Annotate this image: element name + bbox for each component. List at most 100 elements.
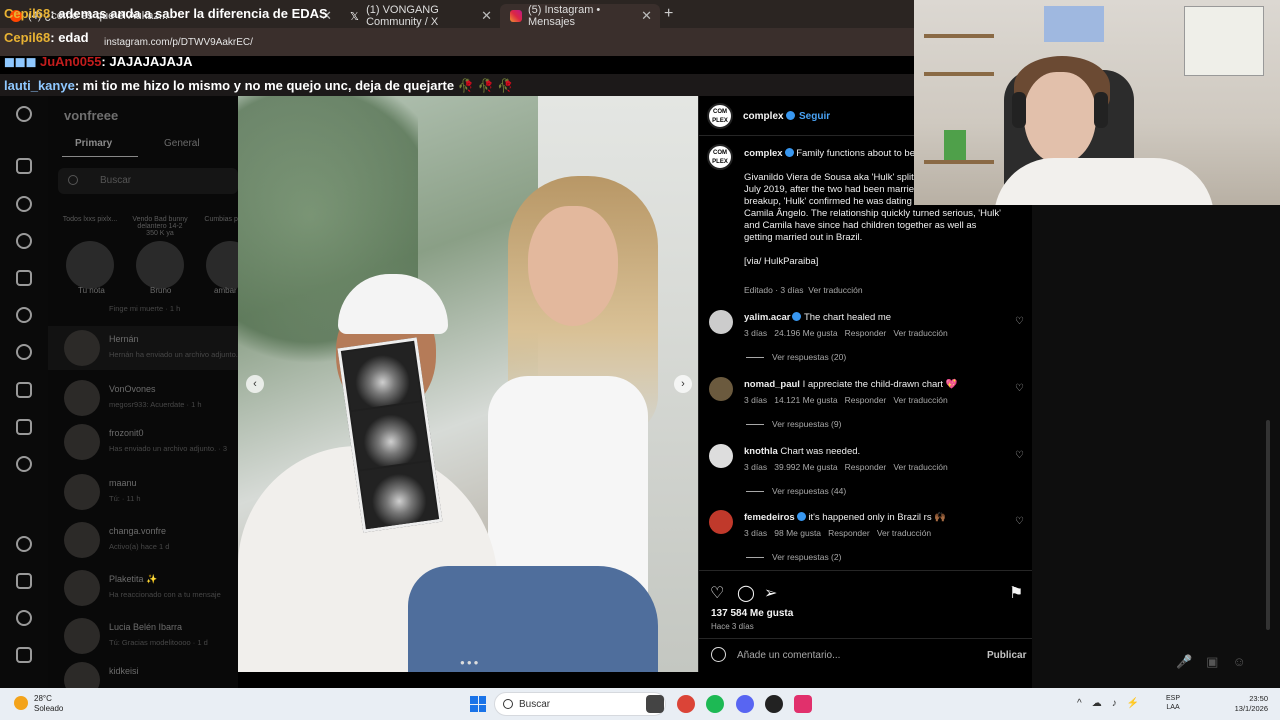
list-item[interactable]: Lucia Belén Ibarra Tú: Gracias modelitoo… (48, 614, 238, 658)
tab-underline (62, 156, 138, 157)
scrollbar[interactable] (1266, 420, 1270, 630)
search-icon[interactable] (16, 196, 32, 212)
post-date: Hace 3 días (711, 622, 754, 631)
messenger-icon[interactable] (16, 307, 32, 323)
view-replies-button[interactable]: Ver respuestas (9) (772, 419, 841, 429)
instagram-sidebar (0, 96, 48, 688)
save-icon[interactable]: ⚑ (1009, 583, 1023, 603)
comment-meta: 3 días 39.992 Me gusta Responder Ver tra… (744, 462, 948, 472)
inbox-username[interactable]: vonfreee (64, 108, 118, 123)
list-item[interactable]: frozonit0 Has enviado un archivo adjunto… (48, 420, 238, 464)
tab-primary[interactable]: Primary (75, 138, 112, 149)
comment-meta: 3 días 14.121 Me gusta Responder Ver tra… (744, 395, 948, 405)
comment-icon[interactable]: ◯ (737, 583, 755, 603)
avatar[interactable] (66, 241, 114, 289)
create-icon[interactable] (16, 382, 32, 398)
comment-composer: Añade un comentario... Publicar (699, 638, 1033, 672)
close-icon[interactable]: ✕ (641, 8, 652, 24)
chrome-icon[interactable] (677, 695, 695, 713)
publish-button[interactable]: Publicar (987, 650, 1026, 661)
tiktok-icon[interactable] (794, 695, 812, 713)
tab-general[interactable]: General (164, 138, 200, 149)
list-item[interactable]: maanu Tú: · 11 h (48, 470, 238, 514)
list-item[interactable]: changa.vonfre Activo(a) hace 1 d (48, 518, 238, 562)
spotify-icon[interactable] (706, 695, 724, 713)
likes-count[interactable]: 137 584 Me gusta (711, 608, 793, 619)
share-icon[interactable]: ➢ (764, 583, 777, 603)
comment-text: yalim.acar The chart healed me (744, 312, 892, 323)
badge-icons: ◼◼◼ (4, 54, 40, 69)
view-replies-button[interactable]: Ver respuestas (20) (772, 352, 846, 362)
search-icon (68, 175, 78, 185)
like-comment-icon[interactable]: ♡ (1015, 516, 1024, 527)
like-comment-icon[interactable]: ♡ (1015, 316, 1024, 327)
start-button[interactable] (470, 696, 486, 712)
explore-icon[interactable] (16, 233, 32, 249)
like-comment-icon[interactable]: ♡ (1015, 450, 1024, 461)
complex-avatar[interactable]: COM PLEX (707, 103, 733, 129)
inbox-search-input[interactable]: Buscar (58, 168, 238, 194)
list-item[interactable]: VonOvones megosr933: Acuerdate · 1 h (48, 376, 238, 420)
like-comment-icon[interactable]: ♡ (1015, 383, 1024, 394)
avatar (64, 474, 100, 510)
clock[interactable]: 23:50 13/1/2026 (1228, 694, 1268, 714)
language-indicator[interactable]: ESP LAA (1166, 694, 1180, 712)
comment-meta: 3 días 98 Me gusta Responder Ver traducc… (744, 528, 932, 538)
new-tab-button[interactable]: + (664, 5, 673, 23)
chat-message: Cepil68: ademas anda a saber la diferenc… (4, 6, 328, 21)
close-icon[interactable]: ✕ (481, 8, 492, 24)
caption-meta: Editado · 3 días Ver traducción (744, 285, 863, 295)
next-arrow-icon[interactable]: › (674, 375, 692, 393)
view-replies-button[interactable]: Ver respuestas (44) (772, 486, 846, 496)
sun-icon (14, 696, 28, 710)
author-username[interactable]: complex (743, 111, 795, 122)
see-translation-link[interactable]: Ver traducción (808, 285, 862, 295)
taskbar-search[interactable]: Buscar (494, 692, 666, 716)
avatar[interactable] (709, 444, 733, 468)
previous-arrow-icon[interactable]: ‹ (246, 375, 264, 393)
file-explorer-icon[interactable] (646, 695, 664, 713)
home-icon[interactable] (16, 158, 32, 174)
post-image[interactable]: ‹ › ●●● (238, 96, 698, 672)
threads-app-icon[interactable] (16, 610, 32, 626)
avatar (64, 522, 100, 558)
message-input-icons: 🎤▣☺ (1176, 654, 1260, 669)
comment-text: nomad_paul I appreciate the child-drawn … (744, 379, 958, 390)
menu-icon[interactable] (16, 647, 32, 663)
obs-icon[interactable] (765, 695, 783, 713)
tab-instagram[interactable]: (5) Instagram • Mensajes ✕ (500, 4, 660, 28)
comment-input[interactable]: Añade un comentario... (737, 650, 840, 661)
reels-icon[interactable] (16, 270, 32, 286)
comment-meta: 3 días 24.196 Me gusta Responder Ver tra… (744, 328, 948, 338)
complex-avatar[interactable]: COM PLEX (707, 144, 733, 170)
avatar (64, 618, 100, 654)
flag-emotes: 🥀 🥀 🥀 (457, 78, 514, 93)
list-item[interactable]: Hernán Hernán ha enviado un archivo adju… (48, 326, 238, 370)
avatar (64, 570, 100, 606)
view-replies-button[interactable]: Ver respuestas (2) (772, 552, 841, 562)
also-from-meta-icon[interactable] (16, 573, 32, 589)
instagram-logo-icon[interactable] (16, 106, 32, 122)
discord-icon[interactable] (736, 695, 754, 713)
follow-button[interactable]: Seguir (799, 111, 830, 122)
chat-message: ◼◼◼ JuAn0055: JAJAJAJAJA (4, 54, 193, 69)
heart-icon[interactable] (16, 344, 32, 360)
avatar (64, 424, 100, 460)
emoji-icon[interactable] (711, 647, 726, 662)
avatar[interactable] (709, 510, 733, 534)
profile-icon[interactable] (16, 456, 32, 472)
comment-text: knothla Chart was needed. (744, 446, 861, 457)
avatar[interactable] (709, 377, 733, 401)
avatar[interactable] (136, 241, 184, 289)
dashboard-icon[interactable] (16, 419, 32, 435)
list-item[interactable]: Plaketita ✨ Ha reaccionado con a tu mens… (48, 566, 238, 610)
caption-author[interactable]: complex (744, 148, 783, 159)
threads-icon[interactable] (16, 536, 32, 552)
creeper-figure (944, 130, 966, 160)
windows-taskbar: 28°C Soleado Buscar ^☁♪⚡ ESP LAA 23:50 13/1… (0, 688, 1280, 720)
url-text[interactable]: instagram.com/p/DTWV9AakrEC/ (104, 37, 253, 48)
system-tray[interactable]: ^☁♪⚡ (1077, 698, 1149, 709)
like-icon[interactable]: ♡ (710, 583, 724, 603)
tab-x[interactable]: 𝕏 (1) VONGANG Community / X ✕ (340, 4, 500, 28)
avatar[interactable] (709, 310, 733, 334)
